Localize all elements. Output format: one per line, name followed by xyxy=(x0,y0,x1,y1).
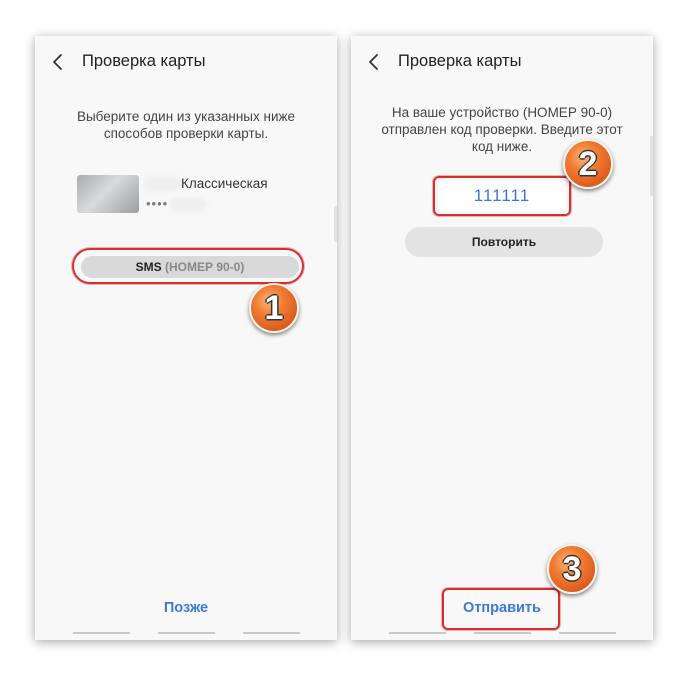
verification-code-input[interactable]: 111111 xyxy=(439,181,565,211)
edge-panel-handle[interactable] xyxy=(334,206,337,242)
navigation-bar xyxy=(35,632,337,636)
sms-phone-number: (НОМЕР 90-0) xyxy=(165,260,245,274)
instruction-text: Выберите один из указанных ниже способов… xyxy=(76,109,296,141)
step-badge-2: 2 xyxy=(563,139,613,189)
later-button[interactable]: Позже xyxy=(146,600,226,616)
navigation-bar xyxy=(351,632,653,636)
card-number-mask: •••• xyxy=(146,196,169,211)
code-verification-screen: Проверка карты На ваше устройство (НОМЕР… xyxy=(351,36,653,640)
page-title: Проверка карты xyxy=(82,52,206,70)
nav-home-button[interactable] xyxy=(158,632,215,634)
header: Проверка карты xyxy=(351,36,653,88)
nav-recent-button[interactable] xyxy=(389,632,446,634)
nav-back-button[interactable] xyxy=(559,632,616,634)
nav-back-button[interactable] xyxy=(243,632,300,634)
retry-button[interactable]: Повторить xyxy=(405,227,603,257)
sms-verification-button[interactable]: SMS (НОМЕР 90-0) xyxy=(81,256,299,278)
edge-panel-handle[interactable] xyxy=(650,136,653,196)
card-selection-screen: Проверка карты Выберите один из указанны… xyxy=(35,36,337,640)
header: Проверка карты xyxy=(35,36,337,88)
nav-recent-button[interactable] xyxy=(73,632,130,634)
redacted-bank-name xyxy=(143,177,183,191)
step-badge-3: 3 xyxy=(547,544,597,594)
send-button[interactable]: Отправить xyxy=(450,600,554,616)
back-arrow-icon[interactable] xyxy=(51,53,65,71)
back-arrow-icon[interactable] xyxy=(367,53,381,71)
sms-label: SMS xyxy=(135,260,162,274)
card-name: Классическая xyxy=(181,176,268,191)
card-image xyxy=(77,175,139,213)
step-badge-1: 1 xyxy=(249,283,299,333)
page-title: Проверка карты xyxy=(398,52,522,70)
nav-home-button[interactable] xyxy=(474,632,531,634)
redacted-card-digits xyxy=(169,198,207,212)
